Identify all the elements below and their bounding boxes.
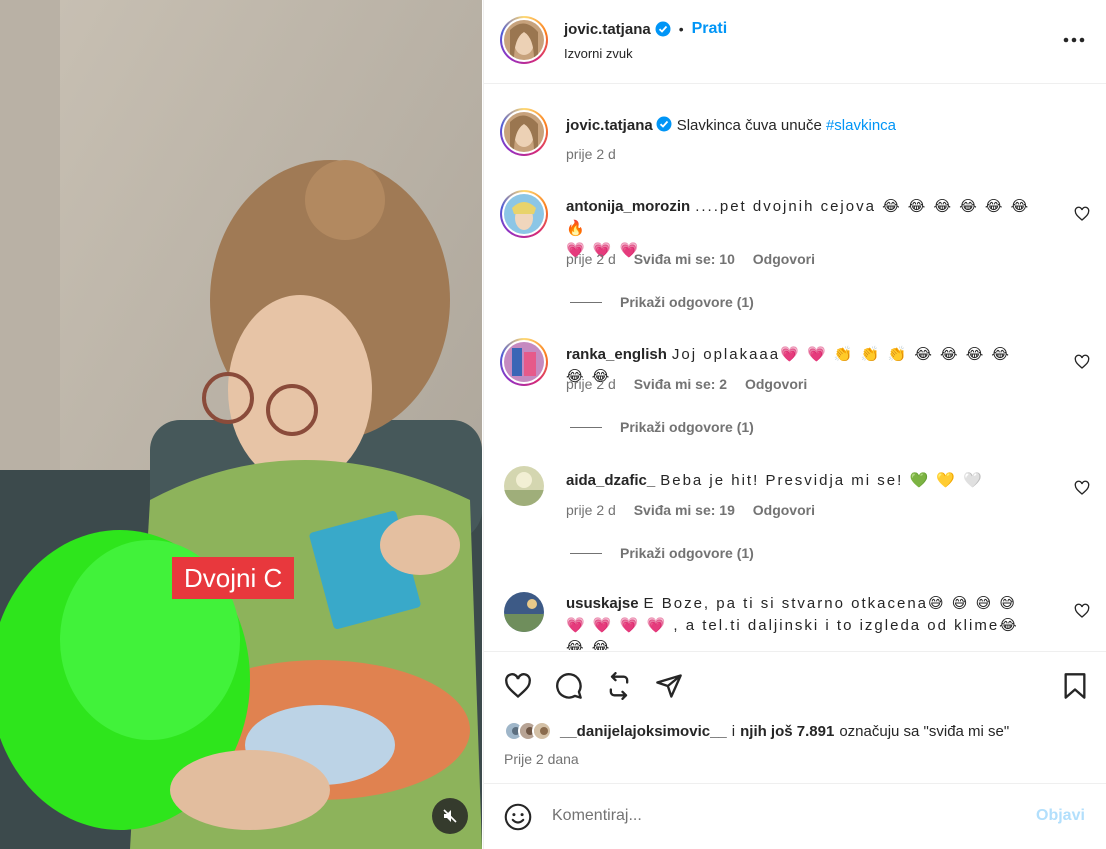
comment-item: antonija_morozin ....pet dvojnih cejova 😂… (484, 190, 1106, 320)
comment-item: ususkajse E Boze, pa ti si stvarno otkace… (484, 590, 1106, 650)
commenter-avatar[interactable] (500, 190, 548, 238)
comment-time[interactable]: prije 2 d (566, 376, 616, 392)
commenter-avatar[interactable] (500, 338, 548, 386)
post-header: jovic.tatjana • Prati Izvorni zvuk (484, 0, 1106, 84)
save-button[interactable] (1059, 670, 1091, 702)
post-panel: jovic.tatjana • Prati Izvorni zvuk jovic… (483, 0, 1106, 849)
caption-hashtag[interactable]: #slavkinca (826, 117, 896, 134)
smiley-icon[interactable] (504, 803, 532, 831)
replies-divider (570, 301, 602, 303)
view-replies-button[interactable]: Prikaži odgovore (1) (570, 294, 754, 310)
likes-connector: i (731, 722, 736, 740)
replies-divider (570, 552, 602, 554)
mute-button[interactable] (432, 798, 468, 834)
comment-item: aida_dzafic_ Beba je hit! Presvidja mi se… (484, 464, 1106, 574)
post-comment-button[interactable]: Objavi (1036, 807, 1085, 825)
author-username[interactable]: jovic.tatjana (564, 21, 651, 38)
send-icon (656, 674, 682, 698)
view-replies-button[interactable]: Prikaži odgovore (1) (570, 419, 754, 435)
liker-avatars[interactable] (504, 721, 552, 741)
more-options-button[interactable] (1059, 28, 1089, 52)
likes-count[interactable]: njih još 7.891 (740, 723, 834, 740)
commenter-avatar[interactable] (504, 592, 544, 632)
share-button[interactable] (653, 670, 685, 702)
replies-divider (570, 426, 602, 428)
comment-username[interactable]: ususkajse (566, 595, 639, 612)
reply-button[interactable]: Odgovori (753, 502, 815, 518)
reply-button[interactable]: Odgovori (745, 376, 807, 392)
reply-button[interactable]: Odgovori (753, 251, 815, 267)
verified-badge-icon (656, 116, 672, 132)
comment-likes-count[interactable]: Sviđa mi se: 19 (634, 502, 735, 518)
caption-avatar[interactable] (500, 108, 548, 156)
comment-time[interactable]: prije 2 d (566, 502, 616, 518)
comment-like-heart-icon[interactable] (1074, 603, 1090, 619)
caption-text: Slavkinca čuva unuče (676, 117, 822, 134)
comment-time[interactable]: prije 2 d (566, 251, 616, 267)
comment-text: Beba je hit! Presvidja mi se! 💚 💛 🤍 (660, 472, 984, 489)
post-actions: __danijelajoksimovic__ i njih još 7.891 … (484, 651, 1106, 784)
comment-likes-count[interactable]: Sviđa mi se: 2 (634, 376, 727, 392)
view-replies-label: Prikaži odgovore (1) (620, 545, 754, 561)
comment-username[interactable]: antonija_morozin (566, 198, 690, 215)
view-replies-label: Prikaži odgovore (1) (620, 294, 754, 310)
view-replies-button[interactable]: Prikaži odgovore (1) (570, 545, 754, 561)
repost-button[interactable] (603, 670, 635, 702)
repost-icon (609, 672, 629, 700)
liker-avatar (532, 721, 552, 741)
comment-input[interactable] (552, 807, 992, 825)
comment-text-line2: 💗 💗 💗 💗 , a tel.ti daljinski i to izgled… (566, 617, 1019, 650)
author-avatar[interactable] (500, 16, 548, 64)
follow-button[interactable]: Prati (692, 20, 728, 38)
like-button[interactable] (502, 670, 534, 702)
separator-dot: • (678, 21, 684, 37)
volume-muted-icon (443, 809, 457, 823)
comment-like-heart-icon[interactable] (1074, 206, 1090, 222)
verified-badge-icon (655, 21, 671, 37)
view-replies-label: Prikaži odgovore (1) (620, 419, 754, 435)
comment-text: E Boze, pa ti si stvarno otkacena😅 😅 😅 😅 (643, 595, 1018, 612)
comment-icon (556, 673, 582, 699)
post-date[interactable]: Prije 2 dana (504, 751, 579, 767)
comment-button[interactable] (553, 670, 585, 702)
caption-time[interactable]: prije 2 d (566, 146, 616, 162)
commenter-avatar[interactable] (504, 466, 544, 506)
liker-username[interactable]: __danijelajoksimovic__ (560, 723, 727, 740)
comment-likes-count[interactable]: Sviđa mi se: 10 (634, 251, 735, 267)
post-caption: jovic.tatjana Slavkinca čuva unuče #slavk… (484, 108, 1106, 168)
comment-item: ranka_english Joj oplakaaa💗 💗 👏 👏 👏 😂 😂 😂… (484, 338, 1106, 448)
more-horizontal-icon (1063, 37, 1085, 43)
comment-username[interactable]: aida_dzafic_ (566, 472, 655, 489)
post-media[interactable]: Dvojni C (0, 0, 482, 849)
caption-username[interactable]: jovic.tatjana (566, 117, 653, 134)
likes-summary: __danijelajoksimovic__ i njih još 7.891 … (504, 721, 1009, 741)
bookmark-icon (1064, 673, 1086, 699)
audio-label[interactable]: Izvorni zvuk (564, 46, 633, 61)
comment-username[interactable]: ranka_english (566, 346, 667, 363)
likes-suffix: označuju sa "sviđa mi se" (839, 722, 1010, 740)
video-text-overlay: Dvojni C (172, 557, 295, 599)
video-frame (0, 0, 482, 849)
heart-icon (505, 673, 531, 699)
comment-composer: Objavi (484, 785, 1106, 849)
comment-like-heart-icon[interactable] (1074, 354, 1090, 370)
comment-like-heart-icon[interactable] (1074, 480, 1090, 496)
